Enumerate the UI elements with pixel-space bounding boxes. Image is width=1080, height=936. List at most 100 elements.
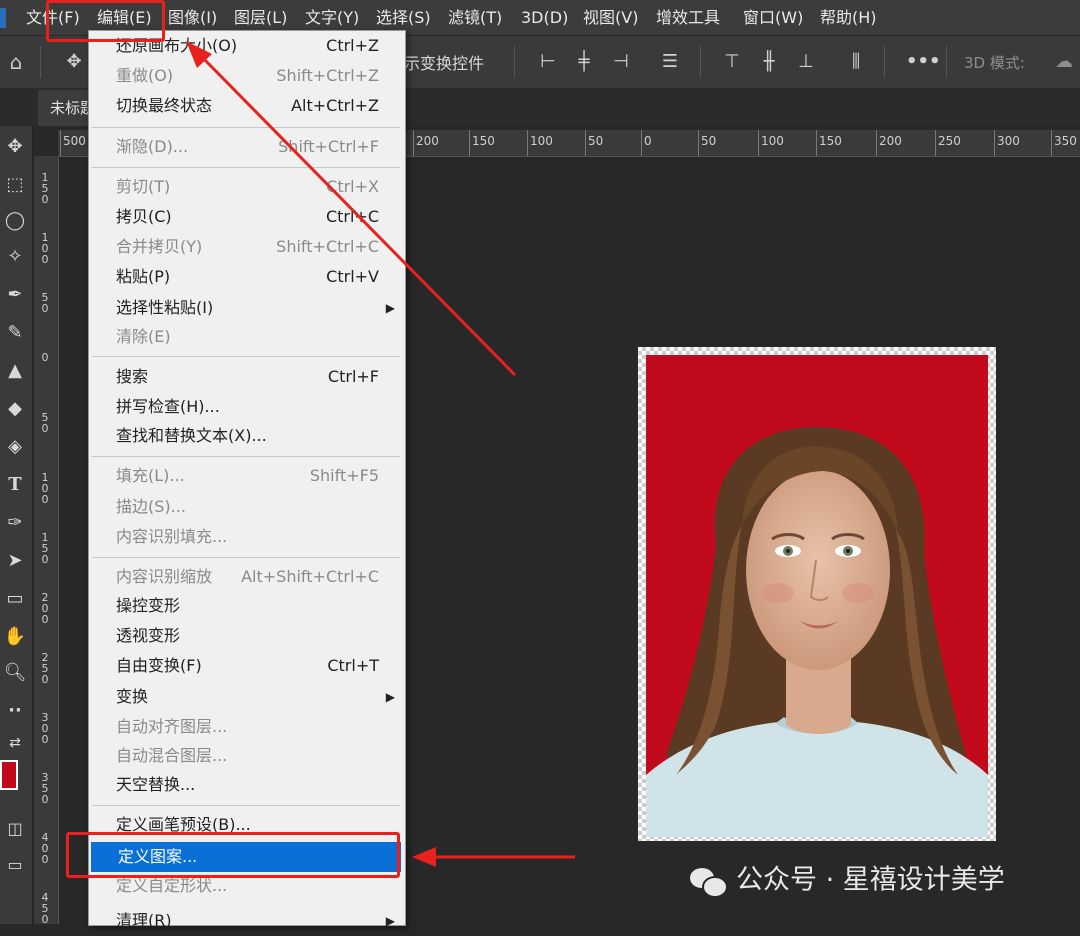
align-right-icon[interactable]: ⊣ bbox=[609, 50, 633, 74]
ruler-tick-mark bbox=[816, 130, 817, 156]
align-vcenter-icon[interactable]: ╫ bbox=[757, 50, 781, 74]
zoom-tool-icon[interactable]: 🔍︎ bbox=[0, 660, 30, 686]
menu-item-label: 天空替换... bbox=[116, 775, 196, 794]
menu-item-shortcut: Shift+Ctrl+F bbox=[278, 137, 379, 156]
menu-filter[interactable]: 滤镜(T) bbox=[448, 0, 502, 35]
menu-item[interactable]: 透视变形 bbox=[89, 621, 405, 651]
submenu-arrow-icon: ▶ bbox=[385, 301, 395, 315]
align-bottom-icon[interactable]: ⊥ bbox=[794, 50, 818, 74]
ruler-tick-label: 150 bbox=[41, 171, 49, 206]
align-left-icon[interactable]: ⊢ bbox=[536, 50, 560, 74]
menu-3d[interactable]: 3D(D) bbox=[521, 0, 568, 35]
menu-item-shortcut: Ctrl+T bbox=[327, 656, 379, 675]
options-divider bbox=[700, 46, 701, 78]
menu-item[interactable]: 查找和替换文本(X)... bbox=[89, 421, 405, 451]
menu-item-label: 合并拷贝(Y) bbox=[116, 237, 203, 256]
ruler-tick-label: 0 bbox=[644, 134, 652, 148]
mode-3d-label: 3D 模式: bbox=[964, 54, 1025, 72]
eyedropper-tool-icon[interactable]: ✒ bbox=[0, 282, 30, 308]
menu-item-label: 粘贴(P) bbox=[116, 267, 171, 286]
more-options-icon[interactable]: ••• bbox=[906, 50, 941, 74]
menu-item[interactable]: 搜索 Ctrl+F bbox=[89, 362, 405, 392]
menu-item-label: 清除(E) bbox=[116, 327, 171, 346]
menu-item-label: 切换最终状态 bbox=[116, 96, 213, 115]
ruler-tick-mark bbox=[994, 130, 995, 156]
app-logo-icon bbox=[0, 8, 6, 28]
align-top-icon[interactable]: ⊤ bbox=[720, 50, 744, 74]
edit-menu-dropdown: 还原画布大小(O) Ctrl+Z 重做(O) Shift+Ctrl+Z 切换最终状态 Al… bbox=[88, 30, 406, 930]
menu-item-label: 描边(S)... bbox=[116, 497, 186, 516]
edit-menu-highlight-box bbox=[46, 0, 165, 42]
move-tool-icon[interactable]: ✥ bbox=[62, 50, 86, 74]
path-select-tool-icon[interactable]: ➤ bbox=[0, 548, 30, 574]
menu-item: 重做(O) Shift+Ctrl+Z bbox=[89, 61, 405, 91]
menu-item-label: 选择性粘贴(I) bbox=[116, 298, 214, 317]
options-divider bbox=[884, 46, 885, 78]
watermark: 公众号 · 星禧设计美学 bbox=[690, 860, 1005, 900]
distribute-vertical-icon[interactable]: ⫼ bbox=[844, 50, 868, 74]
menu-item-label: 渐隐(D)... bbox=[116, 137, 189, 156]
paint-bucket-tool-icon[interactable]: ◈ bbox=[0, 434, 30, 460]
quick-mask-icon[interactable]: ◫ bbox=[0, 816, 30, 842]
menu-item[interactable]: 操控变形 bbox=[89, 591, 405, 621]
orbit-3d-icon[interactable]: ☁ bbox=[1052, 50, 1076, 74]
menu-item[interactable]: 拼写检查(H)... bbox=[89, 392, 405, 422]
menu-item-shortcut: Alt+Shift+Ctrl+C bbox=[241, 567, 379, 586]
stamp-tool-icon[interactable]: ▲ bbox=[0, 358, 30, 384]
ruler-tick-label: 350 bbox=[1054, 134, 1077, 148]
menu-item[interactable]: 拷贝(C) Ctrl+C bbox=[89, 202, 405, 232]
menu-item-shortcut: Shift+F5 bbox=[309, 466, 379, 485]
ruler-tick-mark bbox=[413, 130, 414, 156]
move-tool-icon[interactable]: ✥ bbox=[0, 134, 30, 160]
more-tools-icon[interactable]: ·· bbox=[0, 698, 30, 724]
menu-item-label: 自动混合图层... bbox=[116, 746, 228, 765]
menu-item: 自动对齐图层... bbox=[89, 712, 405, 742]
ruler-tick-label: 0 bbox=[41, 351, 49, 364]
menu-item-label: 查找和替换文本(X)... bbox=[116, 426, 267, 445]
menu-window[interactable]: 窗口(W) bbox=[743, 0, 803, 35]
menu-item[interactable]: 自由变换(F) Ctrl+T bbox=[89, 651, 405, 681]
pen-tool-icon[interactable]: ✑ bbox=[0, 510, 30, 536]
menu-item[interactable]: 粘贴(P) Ctrl+V bbox=[89, 262, 405, 292]
ruler-tick-mark bbox=[641, 130, 642, 156]
menu-item-label: 自由变换(F) bbox=[116, 656, 202, 675]
align-hcenter-icon[interactable]: ╪ bbox=[572, 50, 596, 74]
lasso-tool-icon[interactable]: ◯ bbox=[0, 208, 30, 234]
menu-item-label: 重做(O) bbox=[116, 66, 174, 85]
menu-item: 描边(S)... bbox=[89, 492, 405, 522]
menu-item-shortcut: Alt+Ctrl+Z bbox=[291, 96, 379, 115]
tools-panel: ✥ ⬚ ◯ ✧ ✒ ✎ ▲ ◆ ◈ T ✑ ➤ ▭ ✋ 🔍︎ ·· ⇄ ◫ ▭ bbox=[0, 126, 33, 924]
ruler-tick-label: 300 bbox=[41, 711, 49, 746]
ruler-tick-label: 150 bbox=[41, 531, 49, 566]
options-divider bbox=[946, 46, 947, 78]
menu-view[interactable]: 视图(V) bbox=[583, 0, 638, 35]
ruler-tick-mark bbox=[469, 130, 470, 156]
screen-mode-icon[interactable]: ▭ bbox=[0, 852, 30, 878]
menu-item[interactable]: 清理(R) ▶ bbox=[89, 906, 405, 936]
eraser-tool-icon[interactable]: ◆ bbox=[0, 396, 30, 422]
menu-item[interactable]: 变换 ▶ bbox=[89, 682, 405, 712]
menu-item[interactable]: 选择性粘贴(I) ▶ bbox=[89, 293, 405, 323]
portrait-photo bbox=[646, 355, 988, 837]
type-tool-icon[interactable]: T bbox=[0, 472, 30, 498]
swap-colors-icon[interactable]: ⇄ bbox=[0, 730, 30, 756]
menu-item-shortcut: Shift+Ctrl+Z bbox=[276, 66, 379, 85]
ruler-tick-label: 150 bbox=[472, 134, 495, 148]
menu-item[interactable]: 天空替换... bbox=[89, 770, 405, 800]
foreground-color-swatch[interactable] bbox=[0, 760, 18, 790]
ruler-tick-label: 100 bbox=[41, 471, 49, 506]
rectangle-tool-icon[interactable]: ▭ bbox=[0, 586, 30, 612]
home-icon[interactable]: ⌂ bbox=[4, 50, 28, 74]
menu-item: 清除(E) bbox=[89, 322, 405, 352]
brush-tool-icon[interactable]: ✎ bbox=[0, 320, 30, 346]
menu-item[interactable]: 切换最终状态 Alt+Ctrl+Z bbox=[89, 91, 405, 121]
menu-plugins[interactable]: 增效工具 bbox=[656, 0, 720, 35]
show-transform-controls-label[interactable]: 示变换控件 bbox=[404, 50, 484, 74]
distribute-icon[interactable]: ☰ bbox=[658, 50, 682, 74]
ruler-tick-mark bbox=[527, 130, 528, 156]
magic-wand-tool-icon[interactable]: ✧ bbox=[0, 244, 30, 270]
marquee-tool-icon[interactable]: ⬚ bbox=[0, 172, 30, 198]
menu-item: 合并拷贝(Y) Shift+Ctrl+C bbox=[89, 232, 405, 262]
hand-tool-icon[interactable]: ✋ bbox=[0, 624, 30, 650]
menu-help[interactable]: 帮助(H) bbox=[820, 0, 877, 35]
